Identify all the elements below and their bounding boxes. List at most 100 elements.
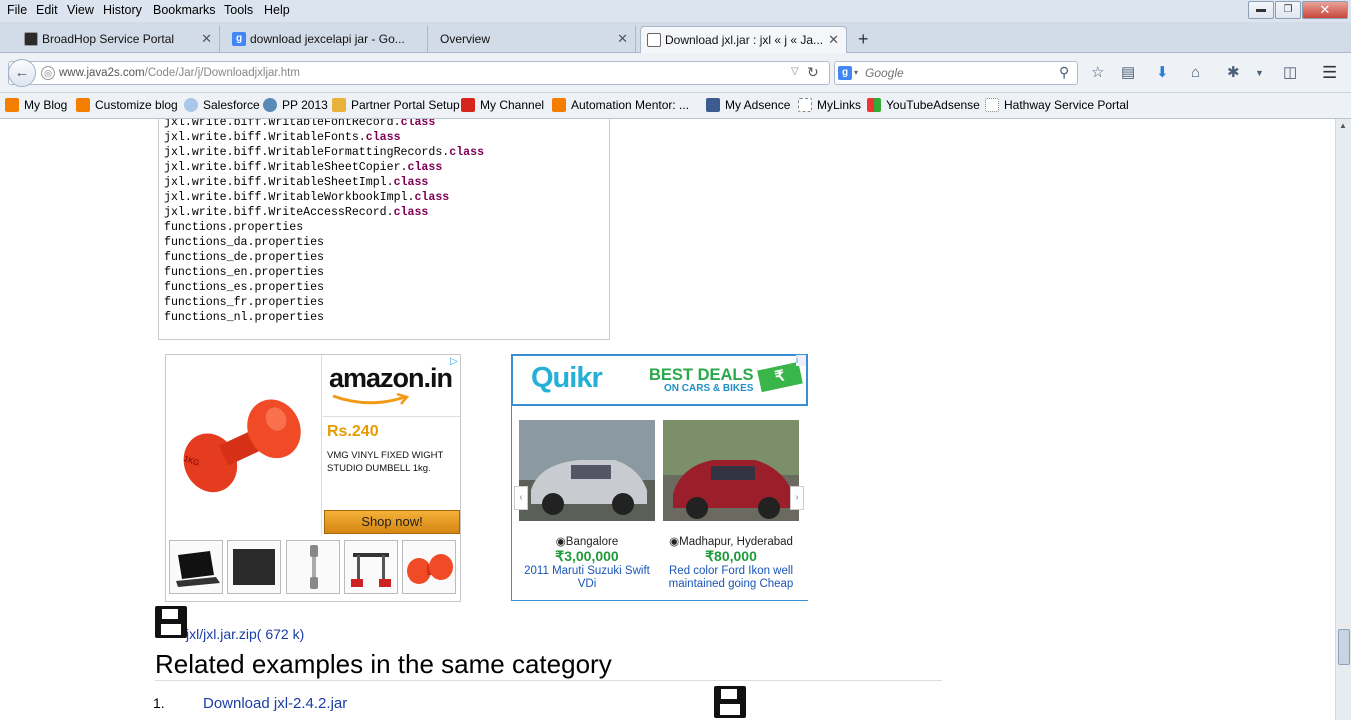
home-icon[interactable]: ⌂ — [1191, 64, 1200, 82]
page-icon — [798, 98, 812, 112]
menu-help[interactable]: Help — [264, 3, 290, 17]
listing-title[interactable]: 2011 Maruti Suzuki Swift VDi — [519, 565, 655, 591]
bookmark-label: YouTubeAdsense — [886, 98, 980, 112]
bookmarks-list-icon[interactable]: ▤ — [1121, 64, 1135, 82]
tab-label: Download jxl.jar : jxl « j « Ja... — [665, 33, 824, 47]
code-line: jxl.write.biff.WritableWorkbookImpl.clas… — [164, 191, 450, 204]
restore-button[interactable]: ❐ — [1275, 1, 1301, 19]
scroll-up-icon[interactable]: ▲ — [1339, 121, 1347, 130]
bookmark-pp2013[interactable]: PP 2013 — [263, 98, 328, 112]
laptop-black-thumbnail[interactable] — [227, 540, 281, 594]
bookmark-customize-blog[interactable]: Customize blog — [76, 98, 178, 112]
bookmark-label: My Channel — [480, 98, 545, 112]
quikr-ad[interactable]: Quikr BEST DEALS ON CARS & BIKES ₹ i ‹ ›… — [511, 354, 808, 601]
bookmark-label: MyLinks — [817, 98, 862, 112]
minimize-button[interactable]: ▬ — [1248, 1, 1274, 19]
bookmark-my-channel[interactable]: My Channel — [461, 98, 544, 112]
dumbbell-image: 1KG — [183, 399, 301, 493]
tab-broadhop[interactable]: BroadHop Service Portal ✕ — [18, 26, 220, 53]
close-tab-icon[interactable]: ✕ — [617, 26, 628, 52]
code-line: jxl.write.biff.WritableSheetImpl.class — [164, 176, 429, 189]
scrollbar-thumb[interactable] — [1338, 629, 1350, 665]
back-button[interactable]: ← — [8, 59, 36, 87]
quikr-logo: Quikr — [531, 362, 603, 394]
reload-icon[interactable]: ↻ — [807, 64, 819, 81]
car-image-swift[interactable] — [519, 420, 655, 521]
code-line: jxl.write.biff.WriteAccessRecord.class — [164, 206, 429, 219]
page-icon — [706, 98, 720, 112]
tab-google-search[interactable]: g download jexcelapi jar - Go... — [226, 26, 428, 53]
search-icon[interactable]: ⚲ — [1059, 64, 1069, 81]
code-line: functions_es.properties — [164, 281, 325, 294]
adchoices-icon[interactable]: i — [796, 355, 806, 366]
bookmark-label: PP 2013 — [282, 98, 328, 112]
tab-favicon-icon — [24, 32, 38, 46]
navigation-bar: ← ◎ www.java2s.com/Code/Jar/j/Downloadjx… — [0, 53, 1351, 93]
menu-view[interactable]: View — [67, 3, 94, 17]
menu-bookmarks[interactable]: Bookmarks — [153, 3, 216, 17]
dumbbell-silver-thumbnail[interactable] — [286, 540, 340, 594]
bookmark-salesforce[interactable]: Salesforce — [184, 98, 260, 112]
menu-history[interactable]: History — [103, 3, 142, 17]
product-title[interactable]: VMG VINYL FIXED WIGHT STUDIO DUMBELL 1kg… — [327, 449, 459, 475]
blogger-icon — [76, 98, 90, 112]
bookmark-my-adsence[interactable]: My Adsence — [706, 98, 790, 112]
close-tab-icon[interactable]: ✕ — [828, 27, 839, 53]
exerciser-thumbnail[interactable] — [344, 540, 398, 594]
code-line: jxl.write.biff.WritableFontRecord.class — [164, 119, 436, 129]
search-bar[interactable]: g ▾ ⚲ — [834, 61, 1078, 85]
code-line: functions_fr.properties — [164, 296, 325, 309]
adchoices-icon[interactable]: ▷ — [450, 356, 460, 367]
code-line: jxl.write.biff.WritableSheetCopier.class — [164, 161, 443, 174]
download-link[interactable]: jxl/jxl.jar.zip( 672 k) — [186, 626, 304, 642]
amazon-logo: amazon.in — [323, 355, 461, 417]
search-input[interactable] — [865, 64, 1055, 82]
laptop-thumbnail[interactable] — [169, 540, 223, 594]
dropdown-icon[interactable]: ▽ — [791, 66, 799, 77]
dumbbell-orange-thumbnail[interactable] — [402, 540, 456, 594]
tab-java2s-active[interactable]: Download jxl.jar : jxl « j « Ja... ✕ — [640, 26, 847, 53]
download-icon[interactable]: ⬇ — [1156, 64, 1169, 82]
menu-file[interactable]: File — [7, 3, 27, 17]
carousel-next-button[interactable]: › — [790, 486, 804, 510]
menu-tools[interactable]: Tools — [224, 3, 253, 17]
bookmarks-toolbar: My Blog Customize blog Salesforce PP 201… — [0, 93, 1351, 119]
code-line: functions_nl.properties — [164, 311, 325, 324]
close-tab-icon[interactable]: ✕ — [201, 26, 212, 52]
bookmark-hathway[interactable]: Hathway Service Portal — [985, 98, 1129, 112]
vertical-scrollbar[interactable]: ▲ — [1335, 119, 1351, 720]
close-window-button[interactable]: ✕ — [1302, 1, 1348, 19]
url-text[interactable]: www.java2s.com/Code/Jar/j/Downloadjxljar… — [59, 67, 300, 79]
bookmark-automation-mentor[interactable]: Automation Mentor: ... — [552, 98, 689, 112]
product-image[interactable]: 1KG — [166, 355, 322, 535]
shop-now-button[interactable]: Shop now! — [324, 510, 460, 534]
floppy-disk-icon[interactable] — [714, 686, 746, 718]
menu-edit[interactable]: Edit — [36, 3, 58, 17]
globe-icon — [263, 98, 277, 112]
folder-icon — [332, 98, 346, 112]
car-image-ikon[interactable] — [663, 420, 799, 521]
chevron-down-icon[interactable]: ▼ — [1255, 64, 1264, 82]
listing-item-swift[interactable]: ◉Bangalore ₹3,00,000 2011 Maruti Suzuki … — [519, 534, 655, 591]
google-icon[interactable]: g — [838, 66, 852, 80]
code-line: functions_de.properties — [164, 251, 325, 264]
carousel-prev-button[interactable]: ‹ — [514, 486, 528, 510]
bookmark-label: Partner Portal Setup — [351, 98, 460, 112]
price-text: Rs.240 — [327, 423, 379, 440]
listing-item-ikon[interactable]: ◉Madhapur, Hyderabad ₹80,000 Red color F… — [659, 534, 803, 591]
amazon-ad[interactable]: 1KG amazon.in ▷ Rs.240 VMG VINYL FIXED W… — [165, 354, 461, 602]
listing-title[interactable]: Red color Ford Ikon well maintained goin… — [659, 565, 803, 591]
addon-icon[interactable]: ✱ — [1227, 64, 1240, 82]
extension-icon[interactable]: ◫ — [1283, 64, 1297, 82]
url-bar[interactable]: ← ◎ www.java2s.com/Code/Jar/j/Downloadjx… — [8, 59, 830, 87]
star-icon[interactable]: ☆ — [1091, 64, 1104, 82]
bookmark-mylinks[interactable]: MyLinks — [798, 98, 861, 112]
new-tab-button[interactable]: + — [858, 29, 869, 50]
bookmark-youtube-adsense[interactable]: YouTubeAdsense — [867, 98, 980, 112]
related-item-link[interactable]: Download jxl-2.4.2.jar — [203, 695, 347, 712]
bookmark-partner-portal[interactable]: Partner Portal Setup — [332, 98, 460, 112]
tab-overview[interactable]: Overview ✕ — [432, 26, 636, 53]
bookmark-my-blog[interactable]: My Blog — [5, 98, 67, 112]
menu-icon[interactable]: ☰ — [1322, 64, 1337, 82]
listing-price: ₹80,000 — [705, 548, 757, 564]
